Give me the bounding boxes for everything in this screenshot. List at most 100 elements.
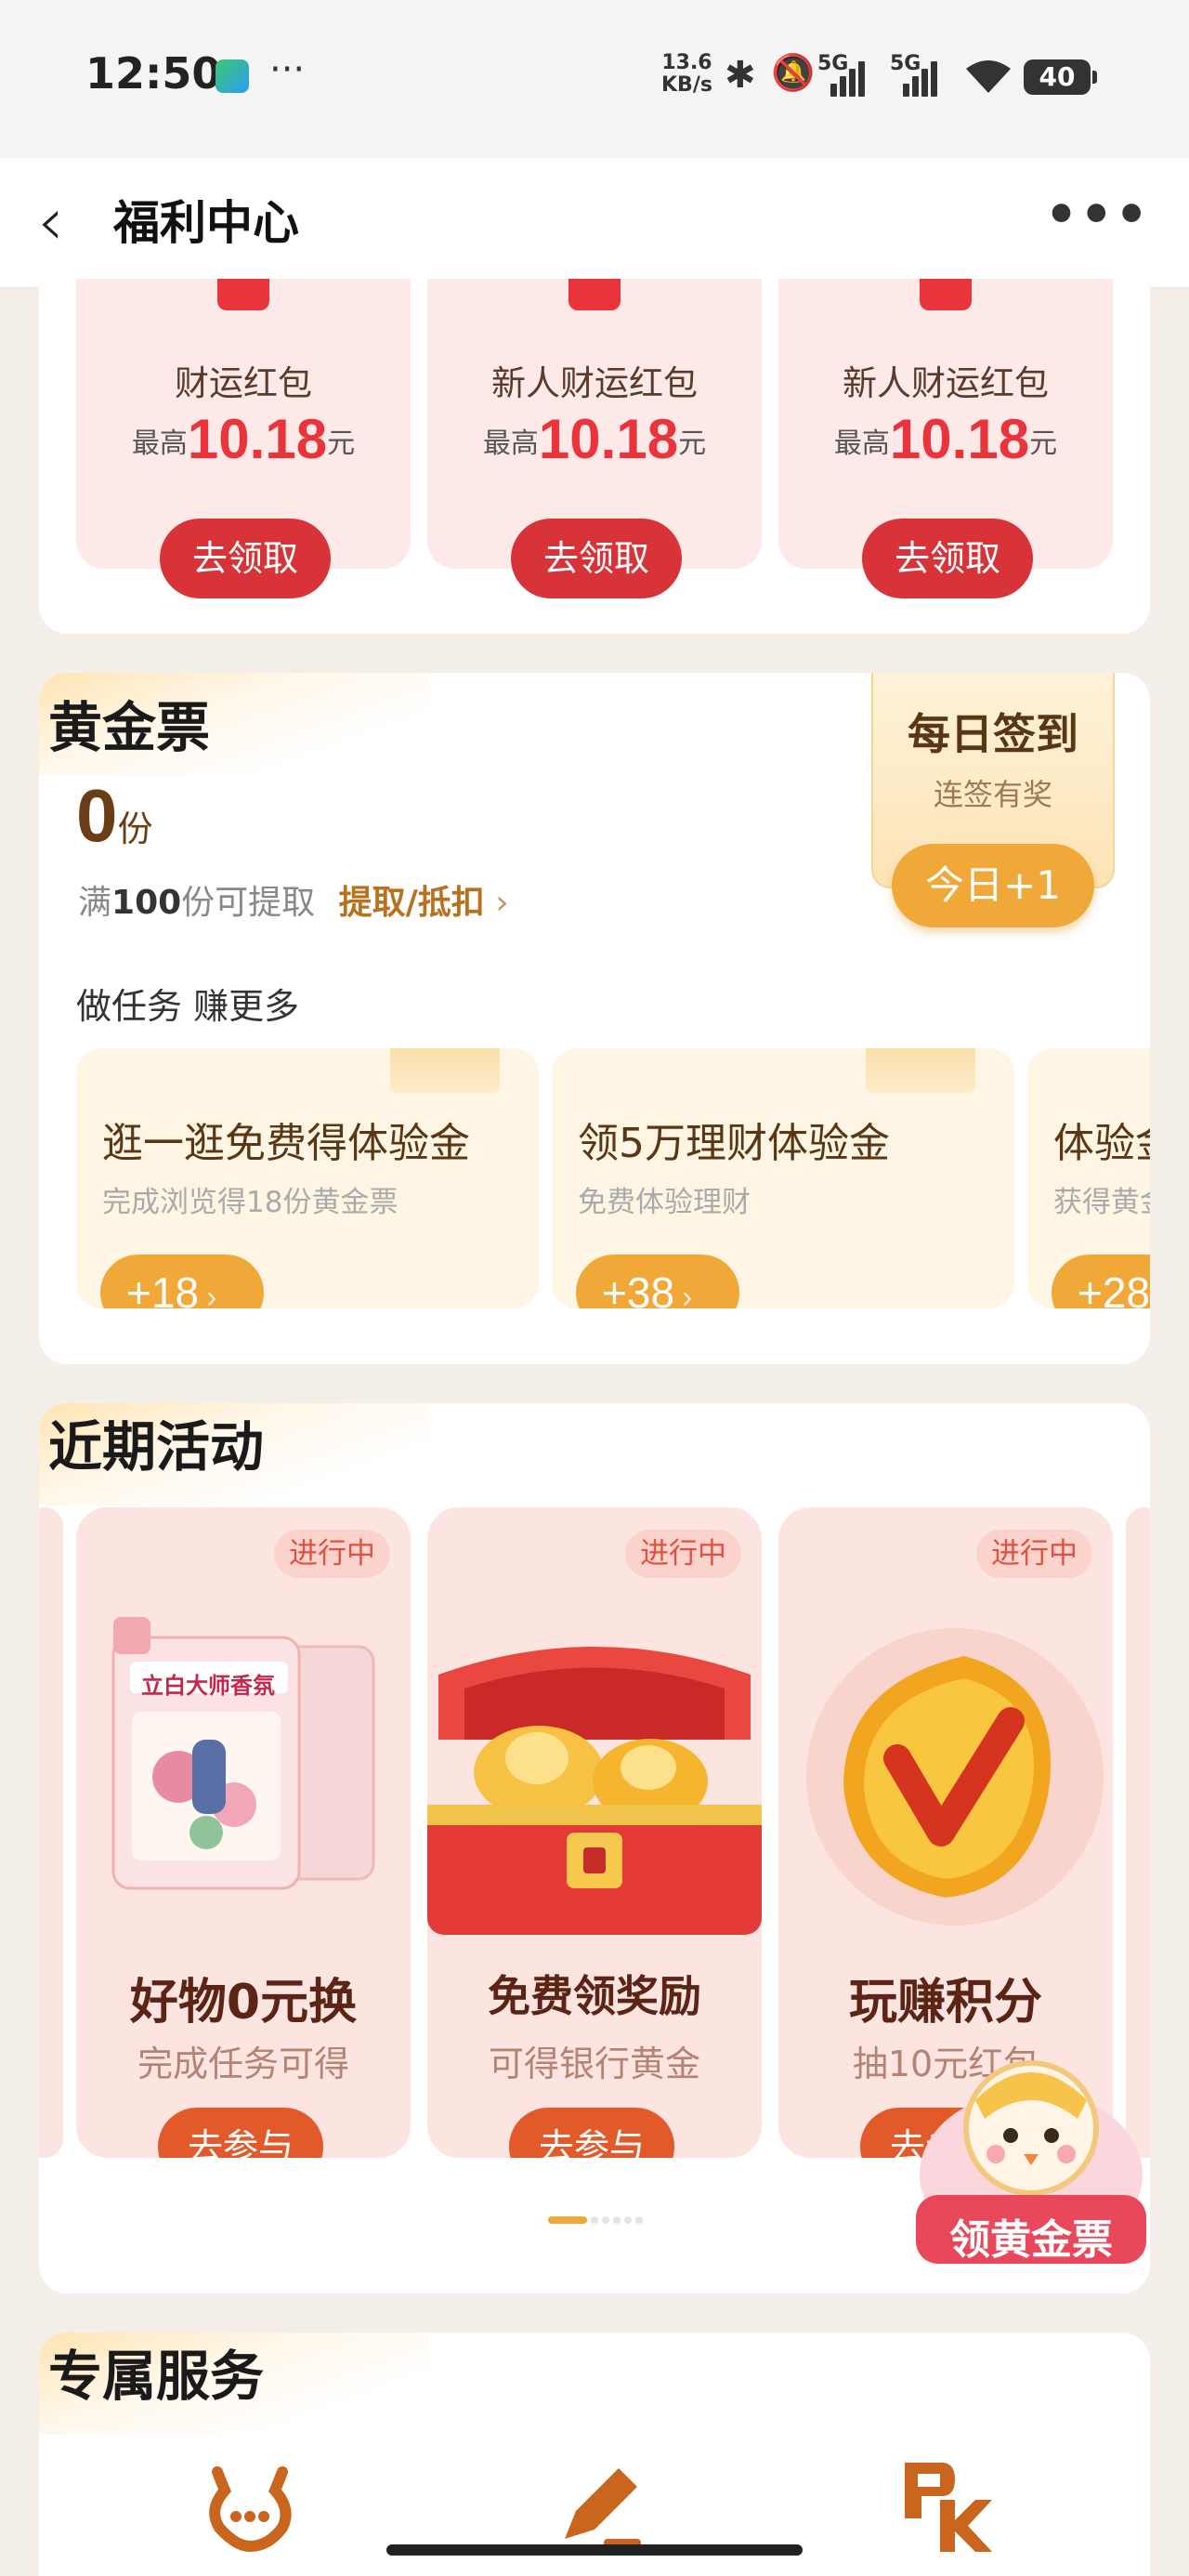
task-reward-button[interactable]: +28: [1052, 1255, 1150, 1308]
nav-bar: ‹ 福利中心 •••: [0, 158, 1189, 288]
red-packet-card[interactable]: 新人财运红包 最高10.18元 去领取: [427, 279, 762, 598]
task-card[interactable]: 体验金 获得黄金 +28: [1027, 1048, 1150, 1308]
red-packet-section: 财运红包 最高10.18元 去领取 新人财运红包 最高10.18元 去领取 新人…: [39, 279, 1150, 634]
more-icon[interactable]: •••: [1045, 178, 1150, 253]
detergent-product-image: 立白大师香氛: [76, 1600, 411, 1935]
task-title: 领5万理财体验金: [578, 1120, 890, 1167]
task-card[interactable]: 领5万理财体验金 免费体验理财 +38 ›: [552, 1048, 1014, 1308]
gold-treasure-box-image: [427, 1600, 762, 1935]
red-packet-tab: [217, 279, 269, 310]
back-icon[interactable]: ‹: [37, 184, 64, 258]
red-packet-card[interactable]: 财运红包 最高10.18元 去领取: [76, 279, 411, 598]
pk-icon[interactable]: [894, 2453, 996, 2556]
red-packet-amount: 最高10.18元: [427, 407, 762, 471]
pencil-edit-icon[interactable]: [548, 2453, 650, 2556]
checkin-button[interactable]: 今日+1: [892, 844, 1094, 927]
signal-label: 5G: [817, 52, 849, 75]
red-packet-name: 财运红包: [175, 363, 312, 403]
services-title: 专属服务: [48, 2345, 265, 2408]
amount-unit: 元: [1029, 427, 1058, 460]
task-decoration: [390, 1048, 500, 1093]
amount-unit: 元: [327, 427, 356, 460]
status-badge: 进行中: [976, 1530, 1092, 1578]
activity-subtitle: 完成任务可得: [137, 2044, 349, 2084]
claim-button[interactable]: 去领取: [160, 519, 331, 598]
red-packet-amount: 最高10.18元: [778, 407, 1113, 471]
task-reward: +38: [602, 1268, 675, 1308]
chevron-right-icon: ›: [682, 1280, 693, 1308]
pager-dot: [635, 2215, 643, 2224]
customer-service-icon[interactable]: [199, 2453, 301, 2556]
amount-prefix: 最高: [482, 427, 539, 460]
activity-card[interactable]: 进行中 免费领奖励 可得银行黄金 去参与: [427, 1507, 762, 2158]
pager-dot: [624, 2215, 632, 2224]
rule-number: 100: [111, 884, 182, 922]
red-packet-amount: 最高10.18元: [76, 407, 411, 471]
chevron-right-icon[interactable]: ›: [495, 884, 508, 922]
home-indicator[interactable]: [386, 2544, 803, 2556]
red-packet-tab: [568, 279, 621, 310]
red-packet-name: 新人财运红包: [491, 363, 698, 403]
task-subtitle: 获得黄金: [1053, 1186, 1150, 1219]
pager-dot: [602, 2215, 609, 2224]
activity-title: 好物0元换: [129, 1975, 358, 2031]
join-button[interactable]: 去参与: [158, 2108, 323, 2158]
app-notification-icon: [216, 59, 249, 93]
amount-prefix: 最高: [833, 427, 890, 460]
gold-ticket-section: 黄金票 0份 满100份可提取 提取/抵扣 › 每日签到 连签有奖 今日+1 做…: [39, 673, 1150, 1364]
withdraw-rule: 满100份可提取 提取/抵扣 ›: [78, 875, 509, 924]
red-packet-tab: [920, 279, 972, 310]
gold-coin-check-image: [778, 1600, 1113, 1935]
pager-dot-active: [548, 2215, 587, 2224]
more-notifications-icon: ···: [269, 48, 306, 91]
chevron-right-icon: ›: [206, 1280, 217, 1308]
task-heading: 做任务 赚更多: [76, 986, 300, 1027]
battery-icon: 40: [1024, 59, 1097, 95]
activity-card[interactable]: 进行中 立白大师香氛 好物0元换 完成任务可得 去参与: [76, 1507, 411, 2158]
status-time: 12:50: [85, 48, 222, 99]
task-reward: +28: [1078, 1268, 1150, 1308]
amount-prefix: 最高: [131, 427, 188, 460]
task-reward-button[interactable]: +38 ›: [576, 1255, 739, 1308]
pager-dot: [613, 2215, 621, 2224]
withdraw-link[interactable]: 提取/抵扣: [339, 884, 485, 922]
exclusive-services-section: 专属服务: [39, 2333, 1150, 2576]
amount-unit: 元: [678, 427, 707, 460]
task-reward-button[interactable]: +18 ›: [100, 1255, 264, 1308]
amount-value: 10.18: [538, 408, 679, 470]
task-subtitle: 免费体验理财: [578, 1186, 751, 1219]
amount-value: 10.18: [889, 408, 1030, 470]
join-button[interactable]: 去参与: [509, 2108, 674, 2158]
task-decoration: [866, 1048, 975, 1093]
rule-suffix: 份可提取: [181, 884, 316, 922]
signal-5g-icon: 5G: [890, 52, 946, 99]
claim-button[interactable]: 去领取: [862, 519, 1033, 598]
activity-card-partial[interactable]: [39, 1507, 63, 2158]
status-bar: 12:50 ··· 13.6 KB/s ✱ 🔕 5G 5G 40: [0, 0, 1189, 158]
bluetooth-icon: ✱: [725, 54, 756, 97]
task-reward: +18: [126, 1268, 200, 1308]
task-title: 逛一逛免费得体验金: [102, 1120, 470, 1167]
rule-prefix: 满: [78, 884, 112, 922]
checkin-subtitle: 连签有奖: [933, 777, 1052, 812]
task-title: 体验金: [1053, 1120, 1150, 1167]
product-brand-label: 立白大师香氛: [141, 1673, 275, 1699]
gold-count-unit: 份: [117, 808, 153, 849]
task-card[interactable]: 逛一逛免费得体验金 完成浏览得18份黄金票 +18 ›: [76, 1048, 539, 1308]
status-badge: 进行中: [274, 1530, 390, 1578]
pager-dot: [591, 2215, 598, 2224]
carousel-pager: [548, 2210, 647, 2224]
red-packet-card[interactable]: 新人财运红包 最高10.18元 去领取: [778, 279, 1113, 598]
activity-title: 免费领奖励: [488, 1971, 701, 2021]
network-speed: 13.6 KB/s: [661, 52, 712, 97]
claim-button[interactable]: 去领取: [511, 519, 682, 598]
wifi-icon: [962, 58, 1014, 104]
checkin-title: 每日签到: [908, 709, 1078, 759]
network-speed-unit: KB/s: [661, 73, 712, 97]
float-badge-label: 领黄金票: [949, 2216, 1113, 2264]
signal-5g-icon: 5G: [817, 52, 873, 99]
amount-value: 10.18: [187, 408, 328, 470]
gold-ticket-count: 0份: [76, 773, 153, 859]
claim-gold-ticket-float-button[interactable]: 领黄金票: [910, 2035, 1152, 2269]
mute-bell-icon: 🔕: [771, 52, 816, 93]
